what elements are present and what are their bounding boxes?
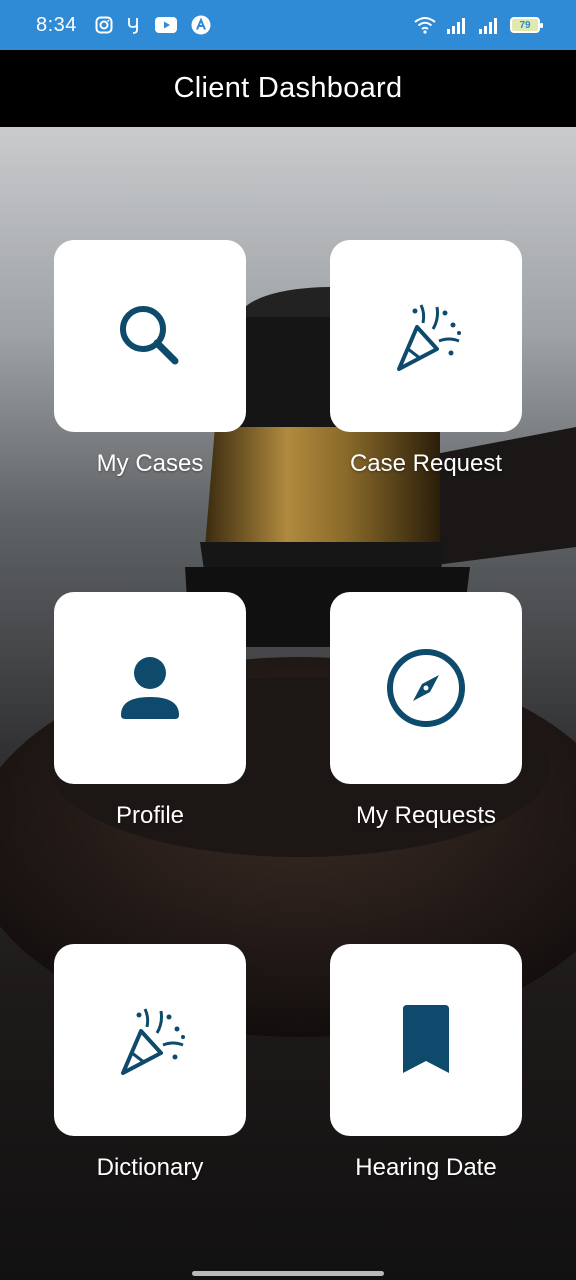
tile-dictionary[interactable]: [54, 944, 246, 1136]
tile-hearing-date[interactable]: [330, 944, 522, 1136]
party-popper-icon: [121, 1008, 185, 1075]
tile-label-dictionary[interactable]: Dictionary: [20, 1154, 280, 1182]
tile-label-case-request[interactable]: Case Request: [296, 450, 556, 478]
status-bar: 8:34 79: [0, 0, 576, 50]
tile-case-request[interactable]: [330, 240, 522, 432]
tile-label-my-requests[interactable]: My Requests: [296, 802, 556, 830]
signal-icon: [479, 18, 497, 34]
app-bar: Client Dashboard: [0, 50, 576, 127]
signal-icon: [447, 18, 465, 34]
instagram-icon: [95, 16, 113, 34]
party-popper-icon: [397, 304, 461, 371]
arrow-app-icon: [191, 15, 211, 35]
battery-icon: 79: [510, 17, 543, 33]
tile-profile[interactable]: [54, 592, 246, 784]
status-left: 8:34: [36, 14, 211, 37]
status-right: 79: [414, 16, 543, 34]
tile-my-cases[interactable]: [54, 240, 246, 432]
tile-label-my-cases[interactable]: My Cases: [20, 450, 280, 478]
search-icon: [120, 306, 179, 365]
battery-level: 79: [519, 19, 531, 31]
app-y-icon: [128, 18, 138, 34]
page-title: Client Dashboard: [173, 72, 403, 104]
youtube-icon: [154, 17, 177, 33]
bookmark-icon: [403, 1005, 449, 1073]
dashboard-content: My Cases Case Request Profile My Request…: [0, 127, 576, 1280]
tile-label-profile[interactable]: Profile: [20, 802, 280, 830]
wifi-icon: [414, 17, 436, 34]
compass-icon: [387, 649, 465, 727]
status-time: 8:34: [36, 13, 77, 36]
tile-my-requests[interactable]: [330, 592, 522, 784]
home-indicator[interactable]: [192, 1271, 384, 1276]
tile-label-hearing-date[interactable]: Hearing Date: [296, 1154, 556, 1182]
person-icon: [121, 657, 179, 719]
